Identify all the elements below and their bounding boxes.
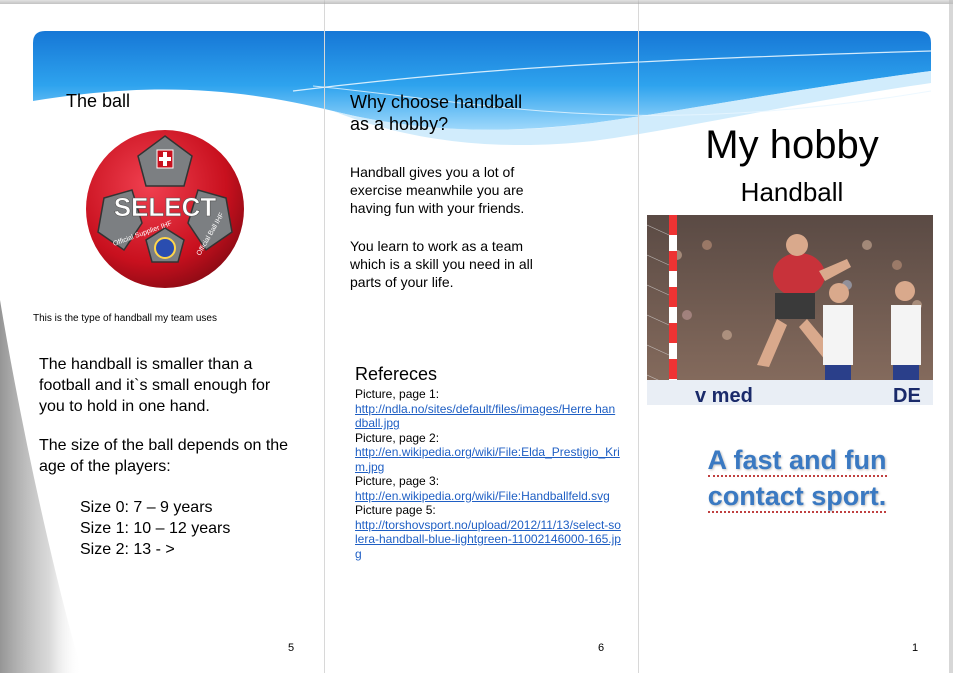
handball-player-photo: v med DE [647,215,933,405]
reference-label: Picture page 5: [355,503,436,517]
cover-tagline-line1: A fast and fun [707,445,887,477]
ball-image-caption: This is the type of handball my team use… [33,313,217,324]
ball-size-item: Size 2: 13 - > [80,541,175,558]
cover-tagline: A fast and fun contact sport. [646,442,948,514]
references-title: Refereces [355,364,438,384]
reference-link[interactable]: http://torshovsport.no/upload/2012/11/13… [355,518,621,562]
reference-link[interactable]: http://en.wikipedia.org/wiki/File:Handba… [355,489,621,504]
reference-link[interactable]: http://ndla.no/sites/default/files/image… [355,402,621,431]
ball-brand-text: SELECT [114,192,217,222]
page-number-middle: 6 [598,642,605,654]
ball-paragraph-1: The handball is smaller than a football … [39,356,271,415]
cover-title: My hobby [705,123,879,167]
ball-section-title: The ball [66,91,131,111]
why-paragraph-1: Handball gives you a lot of exercise mea… [350,164,525,216]
why-handball-title: Why choose handball as a hobby? [350,91,610,135]
page-number-left: 5 [288,642,295,654]
ball-size-list: Size 0: 7 – 9 years Size 1: 10 – 12 year… [80,497,300,560]
ball-size-item: Size 0: 7 – 9 years [80,499,213,516]
why-handball-title-line1: Why choose handball [350,92,523,112]
column-divider [324,0,325,673]
brochure-page: The ball SELECT Official Supplier IHF Of… [0,0,953,673]
references-list: Picture, page 1: http://ndla.no/sites/de… [355,387,621,561]
reference-label: Picture, page 1: [355,387,440,401]
photo-banner-text-right: DE [893,385,921,405]
ball-paragraph-2: The size of the ball depends on the age … [39,437,289,475]
why-handball-title-line2: as a hobby? [350,114,449,134]
cover-subtitle: Handball [740,177,844,207]
why-paragraph-2: You learn to work as a team which is a s… [350,238,533,290]
handball-image: SELECT Official Supplier IHF Official Ba… [86,130,244,288]
column-divider [638,0,639,673]
cover-tagline-line2: contact sport. [707,481,887,513]
photo-banner-text: v med [695,385,753,405]
reference-link[interactable]: http://en.wikipedia.org/wiki/File:Elda_P… [355,445,621,474]
reference-label: Picture, page 3: [355,474,440,488]
reference-label: Picture, page 2: [355,430,440,445]
ball-size-item: Size 1: 10 – 12 years [80,520,231,537]
page-number-right: 1 [912,642,919,654]
